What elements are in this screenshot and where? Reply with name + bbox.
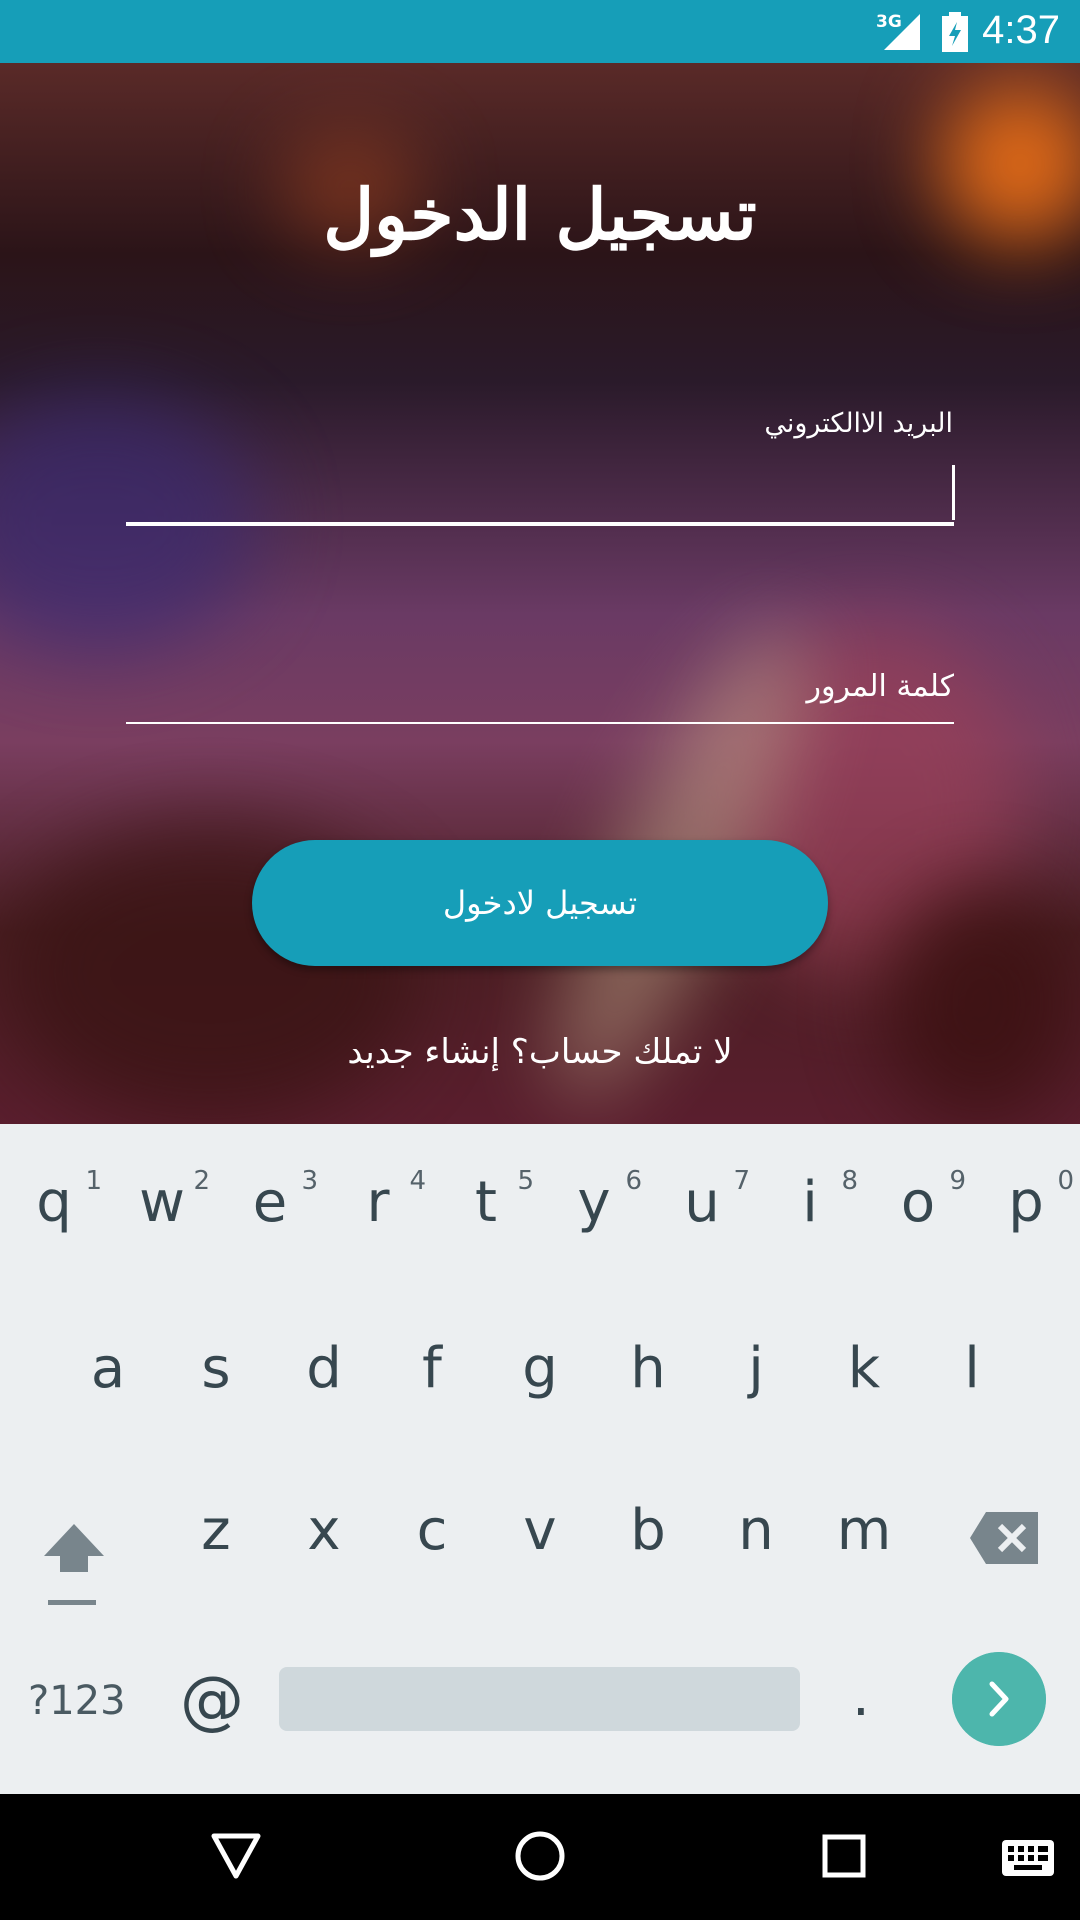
key-k[interactable]: k bbox=[810, 1336, 918, 1401]
key-a[interactable]: a bbox=[54, 1336, 162, 1401]
key-b[interactable]: b bbox=[594, 1498, 702, 1563]
key-s[interactable]: s bbox=[162, 1336, 270, 1401]
key-r[interactable]: 4r bbox=[324, 1166, 432, 1235]
key-v[interactable]: v bbox=[486, 1498, 594, 1563]
battery-icon bbox=[942, 12, 968, 52]
go-arrow-icon[interactable] bbox=[952, 1652, 1046, 1746]
key-y[interactable]: 6y bbox=[540, 1166, 648, 1235]
key-c[interactable]: c bbox=[378, 1498, 486, 1563]
home-icon[interactable] bbox=[514, 1830, 566, 1882]
key-u[interactable]: 7u bbox=[648, 1166, 756, 1235]
back-icon[interactable] bbox=[210, 1832, 262, 1880]
email-field[interactable] bbox=[126, 522, 954, 526]
key-e[interactable]: 3e bbox=[216, 1166, 324, 1235]
signal-icon bbox=[884, 14, 920, 50]
key-w[interactable]: 2w bbox=[108, 1166, 216, 1235]
key-o[interactable]: 9o bbox=[864, 1166, 972, 1235]
period-key[interactable]: . bbox=[852, 1664, 870, 1729]
status-bar: 3G 4:37 bbox=[0, 0, 1080, 63]
login-button[interactable]: تسجيل لادخول bbox=[252, 840, 828, 966]
key-x[interactable]: x bbox=[270, 1498, 378, 1563]
key-d[interactable]: d bbox=[270, 1336, 378, 1401]
soft-keyboard: 1q 2w 3e 4r 5t 6y 7u 8i 9o 0p a s d f g … bbox=[0, 1124, 1080, 1794]
password-underline bbox=[126, 722, 954, 724]
page-title: تسجيل الدخول bbox=[323, 173, 757, 256]
key-z[interactable]: z bbox=[162, 1498, 270, 1563]
symbols-key[interactable]: ?123 bbox=[28, 1678, 126, 1724]
at-key[interactable]: @ bbox=[180, 1664, 244, 1738]
backspace-icon[interactable] bbox=[970, 1512, 1038, 1564]
key-j[interactable]: j bbox=[702, 1336, 810, 1401]
password-field[interactable] bbox=[126, 650, 954, 722]
recents-icon[interactable] bbox=[822, 1834, 866, 1878]
key-h[interactable]: h bbox=[594, 1336, 702, 1401]
signup-link[interactable]: لا تملك حساب؟ إنشاء جديد bbox=[0, 1032, 1080, 1072]
key-i[interactable]: 8i bbox=[756, 1166, 864, 1235]
clock: 4:37 bbox=[982, 8, 1060, 52]
key-m[interactable]: m bbox=[810, 1498, 918, 1563]
key-f[interactable]: f bbox=[378, 1336, 486, 1401]
key-p[interactable]: 0p bbox=[972, 1166, 1080, 1235]
key-n[interactable]: n bbox=[702, 1498, 810, 1563]
navigation-bar bbox=[0, 1794, 1080, 1920]
keyboard-icon[interactable] bbox=[1002, 1840, 1054, 1876]
key-l[interactable]: l bbox=[918, 1336, 1026, 1401]
key-g[interactable]: g bbox=[486, 1336, 594, 1401]
space-key[interactable] bbox=[279, 1667, 800, 1731]
email-label: البريد الاالكتروني bbox=[764, 408, 953, 439]
shift-icon[interactable] bbox=[30, 1504, 120, 1614]
key-t[interactable]: 5t bbox=[432, 1166, 540, 1235]
key-q[interactable]: 1q bbox=[0, 1166, 108, 1235]
text-caret bbox=[952, 465, 955, 520]
